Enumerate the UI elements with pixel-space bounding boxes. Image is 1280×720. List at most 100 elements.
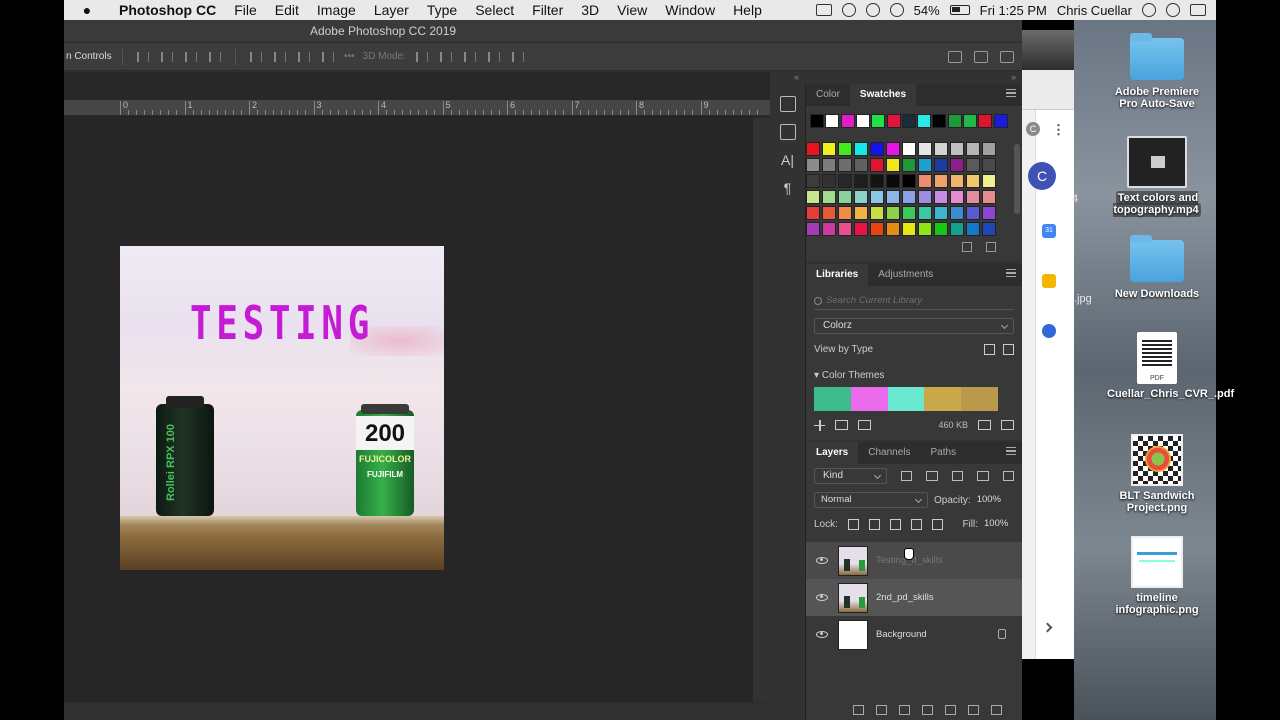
library-search-input[interactable]: Search Current Library xyxy=(814,292,1014,310)
swatch[interactable] xyxy=(918,174,932,188)
distribute-vertical-icon[interactable] xyxy=(322,51,334,62)
screen-record-icon[interactable] xyxy=(815,4,832,16)
swatch[interactable] xyxy=(822,206,836,220)
swatch[interactable] xyxy=(932,114,947,128)
swatch[interactable] xyxy=(870,174,884,188)
tab-layers[interactable]: Layers xyxy=(806,442,859,464)
lock-all-icon[interactable] xyxy=(931,518,943,530)
swatch[interactable] xyxy=(918,206,932,220)
swatch[interactable] xyxy=(950,174,964,188)
history-icon[interactable] xyxy=(779,96,796,112)
align-left-icon[interactable] xyxy=(137,51,149,62)
more-menu-icon[interactable]: ⋮ xyxy=(1052,122,1065,138)
layer-name[interactable]: 2nd_pd_skills xyxy=(876,592,934,603)
opacity-input[interactable]: 100% xyxy=(977,493,1007,507)
menu-filter[interactable]: Filter xyxy=(523,2,572,18)
character-icon[interactable]: A| xyxy=(770,152,805,168)
search-icon[interactable] xyxy=(948,50,962,63)
swatch[interactable] xyxy=(918,222,932,236)
color-themes-heading[interactable]: ▾ Color Themes xyxy=(814,370,1014,381)
menu-file[interactable]: File xyxy=(225,2,266,18)
swatch[interactable] xyxy=(870,206,884,220)
menu-view[interactable]: View xyxy=(608,2,656,18)
swatch[interactable] xyxy=(934,190,948,204)
lock-transparent-icon[interactable] xyxy=(847,518,859,530)
3d-pan-icon[interactable] xyxy=(463,51,476,62)
cloud-icon[interactable] xyxy=(978,420,991,430)
swatch[interactable] xyxy=(950,222,964,236)
account-avatar[interactable]: C xyxy=(1028,162,1056,190)
3d-orbit-icon[interactable] xyxy=(415,51,428,62)
view-by-type-dropdown[interactable]: View by Type xyxy=(814,344,976,355)
battery-icon[interactable] xyxy=(949,5,970,15)
collapse-left-icon[interactable]: « xyxy=(794,72,799,82)
swatch[interactable] xyxy=(966,190,980,204)
document-canvas[interactable]: TESTING Rollei RPX 100 200 FUJICOLOR FUJ… xyxy=(120,246,444,570)
spotlight-search-icon[interactable] xyxy=(1142,3,1156,17)
tab-libraries[interactable]: Libraries xyxy=(806,264,869,286)
blend-mode-select[interactable]: Normal xyxy=(814,492,928,508)
3d-scale-icon[interactable] xyxy=(511,51,524,62)
swatch[interactable] xyxy=(840,114,855,128)
swatch[interactable] xyxy=(978,114,993,128)
align-right-icon[interactable] xyxy=(185,51,197,62)
swatch[interactable] xyxy=(918,142,932,156)
tasks-icon[interactable] xyxy=(1042,324,1056,338)
tab-swatches[interactable]: Swatches xyxy=(849,84,917,106)
align-center-icon[interactable] xyxy=(161,51,173,62)
layer-row-dragging[interactable]: Testing_d_skills xyxy=(806,542,1022,579)
menu-help[interactable]: Help xyxy=(724,2,771,18)
browser-window[interactable]: C ⋮ C 31 xyxy=(1022,30,1074,659)
canvas-text-layer[interactable]: TESTING xyxy=(156,296,409,350)
swatch[interactable] xyxy=(966,206,980,220)
panel-menu-icon[interactable] xyxy=(1006,447,1016,455)
swatch[interactable] xyxy=(806,206,820,220)
swatch[interactable] xyxy=(810,114,824,128)
swatch[interactable] xyxy=(950,158,964,172)
panel-menu-icon[interactable] xyxy=(1006,89,1016,97)
swatch[interactable] xyxy=(854,206,868,220)
swatch[interactable] xyxy=(950,206,964,220)
swatch[interactable] xyxy=(806,174,820,188)
delete-swatch-icon[interactable] xyxy=(986,242,996,252)
new-group-icon[interactable] xyxy=(945,705,956,715)
canvas-area[interactable]: TESTING Rollei RPX 100 200 FUJICOLOR FUJ… xyxy=(64,116,753,702)
swatch[interactable] xyxy=(963,114,977,128)
swatch[interactable] xyxy=(838,222,852,236)
swatch[interactable] xyxy=(838,206,852,220)
swatch[interactable] xyxy=(822,190,836,204)
lock-image-icon[interactable] xyxy=(868,518,880,530)
swatch[interactable] xyxy=(806,142,820,156)
workspace-icon[interactable] xyxy=(974,50,988,63)
adjustment-filter-icon[interactable] xyxy=(926,471,938,481)
swatch[interactable] xyxy=(822,142,836,156)
swatch[interactable] xyxy=(934,206,948,220)
swatch[interactable] xyxy=(918,158,932,172)
swatch[interactable] xyxy=(950,142,964,156)
swatch[interactable] xyxy=(982,158,996,172)
layer-row-selected[interactable]: 2nd_pd_skills xyxy=(806,579,1022,616)
panel-menu-icon[interactable] xyxy=(1006,269,1016,277)
desktop-icon-pdf[interactable]: PDF Cuellar_Chris_CVR_.pdf xyxy=(1107,332,1234,400)
swatch[interactable] xyxy=(822,222,836,236)
visibility-eye-icon[interactable] xyxy=(816,594,828,601)
add-mask-icon[interactable] xyxy=(899,705,910,715)
new-swatch-icon[interactable] xyxy=(962,242,972,252)
swatch[interactable] xyxy=(902,206,916,220)
desktop-icon-blt[interactable]: BLT Sandwich Project.png xyxy=(1107,434,1207,514)
swatch[interactable] xyxy=(806,222,820,236)
swatch-scrollbar[interactable] xyxy=(1014,144,1020,214)
swatch[interactable] xyxy=(886,142,900,156)
swatch[interactable] xyxy=(993,114,1008,128)
paragraph-icon[interactable]: ¶ xyxy=(770,180,805,196)
swatch[interactable] xyxy=(822,158,836,172)
color-theme-swatch[interactable] xyxy=(814,387,998,411)
swatch[interactable] xyxy=(854,142,868,156)
swatch[interactable] xyxy=(822,174,836,188)
swatch[interactable] xyxy=(966,142,980,156)
smart-object-filter-icon[interactable] xyxy=(1002,471,1015,481)
chevron-right-icon[interactable] xyxy=(1042,622,1053,633)
siri-icon[interactable] xyxy=(1166,3,1180,17)
3d-roll-icon[interactable] xyxy=(439,51,452,62)
creative-cloud-icon[interactable] xyxy=(841,3,856,17)
